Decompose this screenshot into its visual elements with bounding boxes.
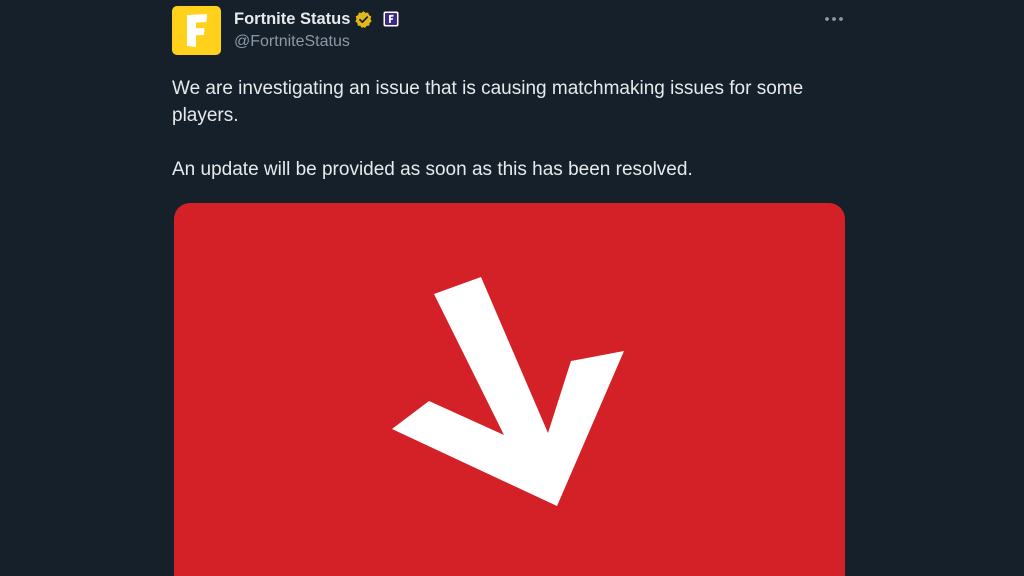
author-name-row: Fortnite Status: [234, 8, 399, 30]
avatar[interactable]: [172, 6, 221, 55]
more-horizontal-icon: [825, 17, 843, 21]
author-handle[interactable]: @FortniteStatus: [234, 33, 350, 51]
tweet: Fortnite Status @FortniteStatus We are i…: [0, 0, 1024, 576]
tweet-text-paragraph-2: An update will be provided as soon as th…: [172, 159, 693, 180]
more-options-button[interactable]: [820, 8, 848, 30]
tweet-text-paragraph-1: We are investigating an issue that is ca…: [172, 78, 804, 126]
tweet-text: We are investigating an issue that is ca…: [172, 75, 832, 183]
display-name[interactable]: Fortnite Status: [234, 10, 350, 29]
verified-badge-icon: [354, 10, 373, 29]
tweet-media-image[interactable]: [174, 203, 845, 576]
affiliate-badge-icon[interactable]: [383, 11, 399, 27]
fortnite-f-logo-icon: [186, 13, 207, 47]
downward-arrow-graphic-icon: [392, 277, 624, 506]
